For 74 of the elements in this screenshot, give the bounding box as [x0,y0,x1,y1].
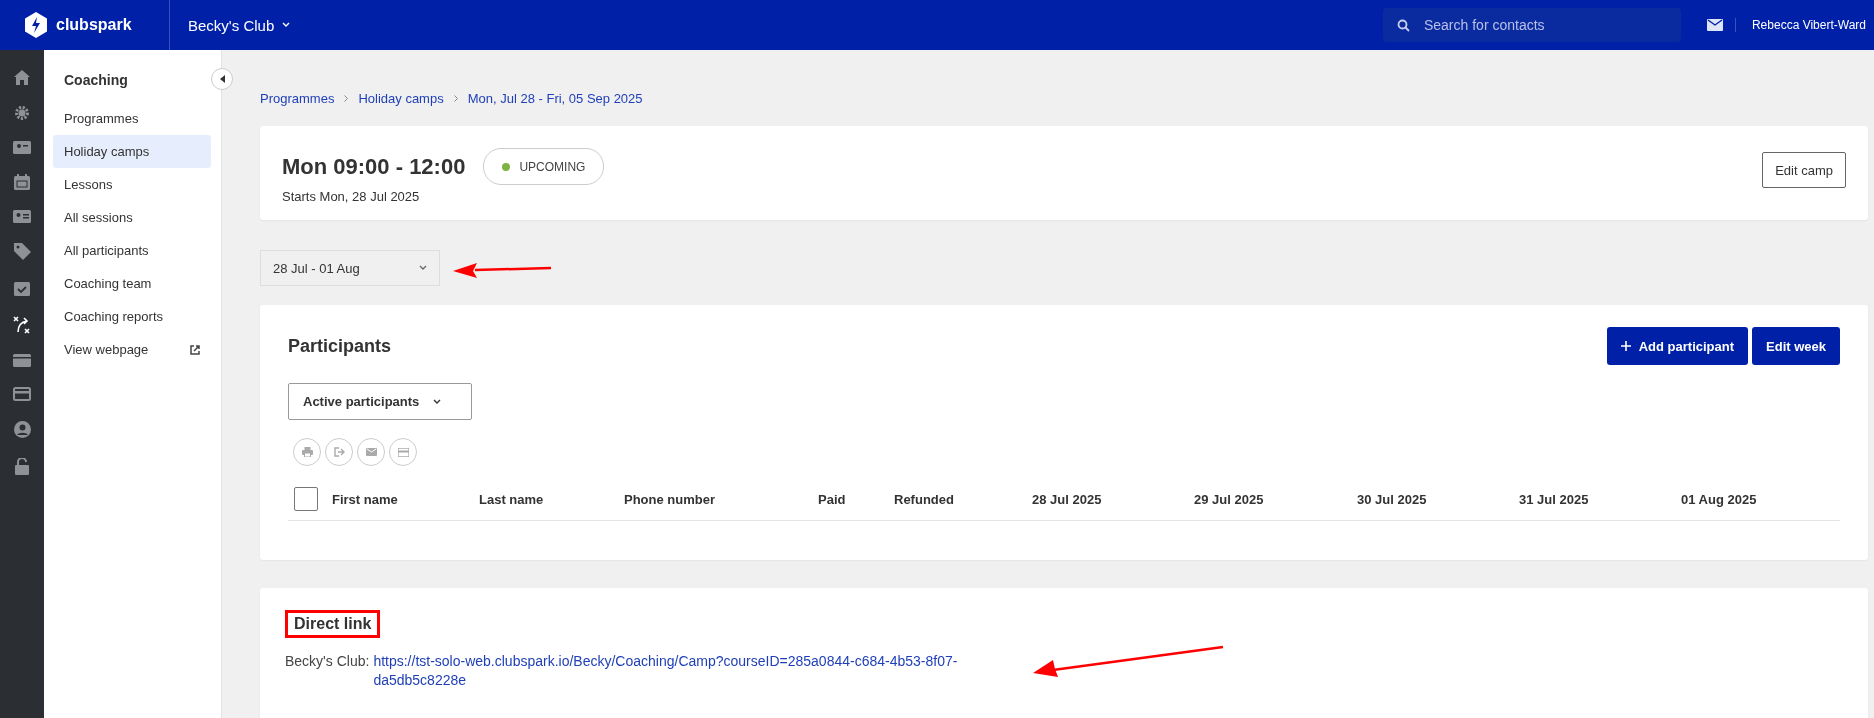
caret-left-icon [219,75,225,83]
home-icon[interactable] [14,70,30,85]
status-badge: UPCOMING [483,148,605,185]
sidebar-item-label: Lessons [64,177,113,192]
sidebar-item-label: All sessions [64,210,133,225]
sidebar-item-label: Coaching reports [64,309,163,324]
sidebar-item-label: View webpage [64,342,149,357]
printer-icon [301,447,313,457]
chevron-down-icon [282,22,291,28]
collapse-button[interactable] [211,68,233,90]
settings-icon[interactable] [14,105,30,121]
chevron-right-icon [344,94,349,102]
sidebar-item[interactable]: All sessions [53,201,211,234]
export-icon [333,447,345,457]
card-icon [397,447,409,457]
browser-window-icon[interactable] [13,354,31,367]
column-header[interactable]: Phone number [624,491,818,507]
tags-icon[interactable] [13,243,31,260]
column-header[interactable]: 28 Jul 2025 [1032,491,1194,507]
breadcrumb-link[interactable]: Mon, Jul 28 - Fri, 05 Sep 2025 [467,90,643,106]
sidebar-item-label: Holiday camps [64,144,150,159]
user-name[interactable]: Rebecca Vibert-Ward [1734,18,1866,32]
calendar-icon[interactable] [14,174,30,190]
column-header[interactable]: 30 Jul 2025 [1357,491,1519,507]
plus-icon [1620,341,1631,351]
sidebar-item-label: All participants [64,243,149,258]
search-icon [1396,19,1410,32]
chevron-down-icon [433,398,442,405]
sidebar-item[interactable]: All participants [53,234,211,267]
week-select[interactable]: 28 Jul - 01 Aug [260,250,440,286]
chevron-down-icon [419,265,427,271]
sidebar-item[interactable]: Programmes [53,102,211,135]
unlock-icon[interactable] [15,458,29,475]
direct-link-heading: Direct link [285,610,381,638]
sidebar-item[interactable]: Lessons [53,168,211,201]
direct-link-url[interactable]: https://tst-solo-web.clubspark.io/Becky/Coaching/Camp?courseID=285a0844-c684-4b53-8f07-da5db5c8228e [373,652,1000,690]
select-all-checkbox[interactable] [294,487,318,511]
edit-week-button[interactable]: Edit week [1752,327,1840,365]
id-card-icon[interactable] [13,210,31,223]
column-header[interactable]: 29 Jul 2025 [1194,491,1357,507]
column-header[interactable]: Paid [818,491,894,507]
user-circle-icon[interactable] [13,421,31,438]
logo-text[interactable]: clubspark [56,16,132,34]
tactics-icon[interactable] [13,316,31,334]
breadcrumb-link[interactable]: Holiday camps [358,90,444,106]
breadcrumb-link[interactable]: Programmes [260,90,335,106]
mail-icon [365,448,377,456]
sidebar-item-label: Coaching team [64,276,152,291]
edit-camp-button[interactable]: Edit camp [1762,152,1846,188]
chevron-right-icon [453,94,458,102]
camp-title: Mon 09:00 - 12:00 [282,153,466,180]
credit-card-icon[interactable] [13,387,31,401]
sidebar-heading: Coaching [63,72,129,90]
search-field[interactable]: Search for contacts [1382,8,1681,42]
logo-icon [24,12,48,38]
sidebar-item[interactable]: Coaching reports [53,300,211,333]
camp-start-date: Starts Mon, 28 Jul 2025 [282,189,421,204]
sidebar-item[interactable]: Coaching team [53,267,211,300]
club-switcher[interactable]: Becky's Club [170,15,297,35]
column-header[interactable]: First name [332,491,479,507]
sidebar-item[interactable]: Holiday camps [53,135,211,168]
column-header[interactable]: Last name [479,491,624,507]
mail-icon[interactable] [1706,19,1723,31]
participant-filter-select[interactable]: Active participants [288,383,472,420]
participants-title: Participants [288,335,392,357]
contact-card-icon[interactable] [13,141,31,154]
add-participant-button[interactable]: Add participant [1606,327,1749,365]
column-header[interactable]: Refunded [894,491,1032,507]
column-header[interactable]: 31 Jul 2025 [1519,491,1681,507]
club-label: Becky's Club: [285,652,370,671]
calendar-check-icon[interactable] [14,280,30,296]
sidebar-item[interactable]: View webpage [53,333,211,366]
column-header[interactable]: 01 Aug 2025 [1681,491,1801,507]
sidebar-item-label: Programmes [64,111,139,126]
